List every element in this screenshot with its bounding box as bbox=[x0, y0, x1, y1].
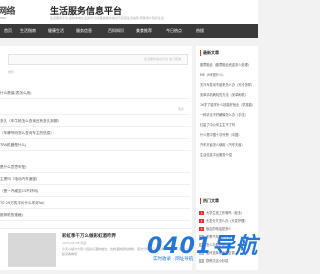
latest-item[interactable]: ME（ME是什么） bbox=[200, 72, 256, 77]
hot-heading: 热门文章 bbox=[200, 198, 219, 204]
watermark-subtitle: 实时收录 · 网址导航 bbox=[153, 257, 194, 262]
list-item[interactable]: 推荐机的规格) bbox=[0, 210, 190, 221]
list-item[interactable]: 多久（车牛枪怎么查询还有多久到期） bbox=[0, 116, 190, 127]
nav-item-food[interactable]: 美食推荐 bbox=[136, 28, 152, 34]
nav-item-service[interactable]: 服务信息 bbox=[76, 28, 92, 34]
nav-item-health[interactable]: 健康生活 bbox=[48, 28, 64, 34]
hot-item[interactable]: 1 大学生找工作难吗（就业） bbox=[199, 210, 257, 215]
nav-item-wiki[interactable]: 百科知识 bbox=[108, 28, 124, 34]
latest-heading: 最新文章 bbox=[200, 50, 219, 56]
nav-item-hot[interactable]: 热搜 bbox=[196, 28, 204, 34]
list-item[interactable]: T0 29万的平价什么车好lol) bbox=[0, 198, 190, 209]
list-item[interactable]: （是一汽威至23不好吗) bbox=[0, 186, 190, 197]
nav-item-home[interactable]: 首页 bbox=[4, 28, 12, 34]
latest-item[interactable]: 一种手法不好解释怎么办（手法） bbox=[200, 112, 256, 117]
nav-item-today[interactable]: 今日热点 bbox=[166, 28, 182, 34]
section-label: 推荐 bbox=[8, 70, 15, 74]
site-logo-sub: ORK bbox=[0, 16, 7, 20]
site-header: 网络 ORK 生活服务信息平台 生活服务平台,提供本地生活资讯,分享各类服务信息… bbox=[0, 0, 258, 24]
list-item[interactable]: 什么是保(表怎么用) bbox=[0, 88, 190, 99]
hot-item[interactable]: 2 头发分叉怎么办（头发护理） bbox=[199, 218, 257, 223]
main-nav: 首页 生活指南 健康生活 服务信息 百科知识 美食推荐 今日热点 热搜 bbox=[0, 24, 258, 38]
nav-item-guide[interactable]: 生活指南 bbox=[20, 28, 36, 34]
latest-item[interactable]: 汽车天窗怎么使用（汽车天窗） bbox=[200, 142, 256, 147]
list-item[interactable]: TRA机器是什么) bbox=[0, 140, 190, 151]
search-bar[interactable]: 生活服务信息平台 热门查询 bbox=[8, 54, 188, 65]
latest-item[interactable]: 天冷车发动不起来怎么办（天冷怎样） bbox=[200, 82, 256, 87]
list-item[interactable]: 是什么意思车型) bbox=[0, 162, 190, 173]
site-description: 生活服务平台,提供本地生活资讯,分享各类服务信息与实用生活指南,帮助用户轻松生活 bbox=[50, 16, 164, 20]
article-title[interactable]: 彩虹季千万么做彩虹酒咋弄 bbox=[62, 233, 116, 239]
search-text: 生活服务信息平台 热门查询 bbox=[144, 57, 181, 61]
article-thumbnail[interactable] bbox=[8, 233, 56, 267]
latest-item[interactable]: 生活信息平台服务介绍 bbox=[200, 152, 256, 157]
latest-item[interactable]: 什么是中国十次外贸（中国） bbox=[200, 132, 256, 137]
hot-rank: 2 bbox=[199, 219, 204, 223]
latest-item[interactable]: 安卓手机刷机的方法（安卓刷机） bbox=[200, 92, 256, 97]
more-link[interactable]: 更多 bbox=[178, 107, 184, 111]
hot-rank: 1 bbox=[199, 211, 204, 215]
list-item[interactable]: （车牌号码怎么查询车主的信息） bbox=[0, 128, 190, 139]
latest-item[interactable]: 16岁了能学什么技能好就业（学技能） bbox=[200, 102, 256, 107]
list-item[interactable]: 主是叫（电动汽车速度) bbox=[0, 174, 190, 185]
latest-item[interactable]: 股票融合（股票融合资金怎么处理） bbox=[200, 62, 256, 67]
article-meta: 2023-04-08 阅读 bbox=[62, 241, 87, 245]
latest-item[interactable]: 红星了中公司主生不了吗 bbox=[200, 122, 256, 127]
list-item[interactable]: 更多 bbox=[0, 104, 190, 115]
